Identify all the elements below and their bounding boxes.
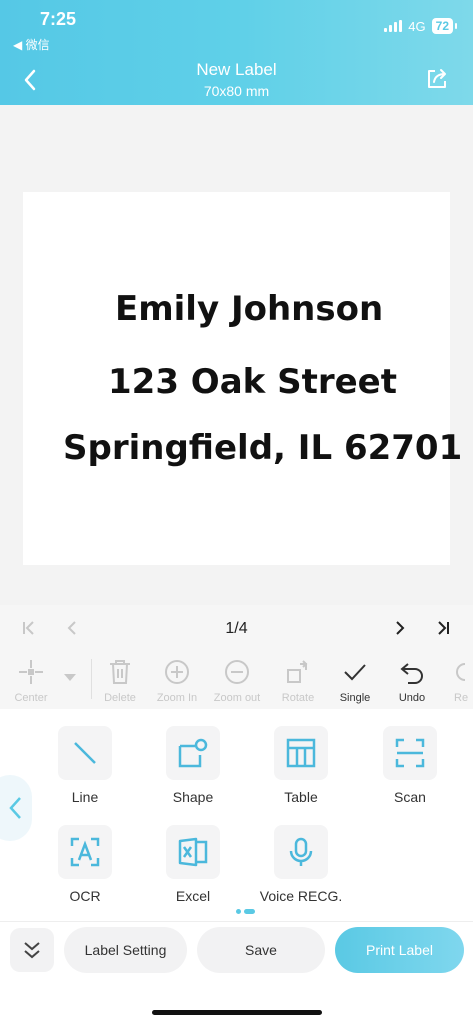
rotate-button[interactable]: Rotate xyxy=(268,657,328,704)
delete-label: Delete xyxy=(104,692,136,704)
ocr-icon xyxy=(70,837,100,867)
page-navigator: 1/4 xyxy=(0,605,473,651)
redo-button[interactable]: Re xyxy=(440,657,473,704)
signal-icon xyxy=(384,20,403,32)
last-page-icon xyxy=(438,621,449,635)
line-icon xyxy=(74,742,96,764)
undo-button[interactable]: Undo xyxy=(382,657,442,704)
page-title: New Label xyxy=(196,60,277,79)
next-page-button[interactable] xyxy=(390,617,410,639)
zoom-in-button[interactable]: Zoom In xyxy=(147,657,207,704)
chevron-right-icon xyxy=(396,621,405,635)
redo-icon xyxy=(456,663,466,681)
voice-recognition-label: Voice RECG. xyxy=(259,888,343,904)
excel-label: Excel xyxy=(175,888,211,904)
insert-shape-label: Shape xyxy=(172,789,214,805)
save-button[interactable]: Save xyxy=(197,927,325,973)
network-type: 4G xyxy=(408,18,426,34)
insert-table-button[interactable]: Table xyxy=(256,726,346,805)
single-label: Single xyxy=(339,692,371,704)
table-icon xyxy=(286,738,316,768)
collapse-panel-button[interactable] xyxy=(10,928,54,972)
insert-line-button[interactable]: Line xyxy=(40,726,130,805)
voice-recognition-button[interactable]: Voice RECG. xyxy=(256,825,346,904)
chevron-left-icon xyxy=(9,797,21,819)
last-page-button[interactable] xyxy=(434,617,454,639)
label-text-name[interactable]: Emily Johnson xyxy=(115,289,383,329)
single-select-button[interactable]: Single xyxy=(325,657,385,704)
edit-toolbar: Center Delete Zoom In Zoom out Rotate Si… xyxy=(0,651,473,709)
delete-button[interactable]: Delete xyxy=(90,657,150,704)
excel-import-button[interactable]: Excel xyxy=(148,825,238,904)
battery-icon: 72 xyxy=(431,18,458,34)
rotate-label: Rotate xyxy=(281,692,315,704)
label-canvas[interactable]: Emily Johnson 123 Oak Street Springfield… xyxy=(23,192,462,565)
share-button[interactable] xyxy=(425,67,451,93)
bottom-action-bar: Label Setting Save Print Label xyxy=(0,921,473,1024)
rotate-icon xyxy=(287,660,308,683)
home-indicator xyxy=(152,1010,322,1015)
label-size: 70x80 mm xyxy=(203,83,270,99)
zoom-out-label: Zoom out xyxy=(213,692,261,704)
zoom-out-icon xyxy=(225,660,249,684)
center-dropdown[interactable] xyxy=(55,669,85,687)
zoom-in-label: Zoom In xyxy=(156,692,198,704)
header: 7:25 ◀ 微信 4G 72 New Label 70x80 mm xyxy=(0,0,473,105)
center-button[interactable]: Center xyxy=(1,657,61,704)
page-dots xyxy=(236,909,255,914)
back-to-app-link[interactable]: ◀ 微信 xyxy=(13,36,50,53)
label-setting-button[interactable]: Label Setting xyxy=(64,927,187,973)
align-center-icon xyxy=(19,660,43,684)
checkmark-icon xyxy=(344,664,366,681)
status-indicators: 4G 72 xyxy=(384,18,458,34)
canvas-area[interactable]: Emily Johnson 123 Oak Street Springfield… xyxy=(0,105,473,605)
undo-label: Undo xyxy=(398,692,426,704)
expand-panel-button[interactable] xyxy=(0,775,32,841)
redo-label: Re xyxy=(454,692,469,704)
center-label: Center xyxy=(14,692,48,704)
ocr-label: OCR xyxy=(69,888,101,904)
share-icon xyxy=(428,69,446,88)
insert-line-label: Line xyxy=(71,789,99,805)
scan-icon xyxy=(395,738,425,768)
insert-shape-button[interactable]: Shape xyxy=(148,726,238,805)
excel-icon xyxy=(178,837,208,867)
insert-panel: Line Shape Table Scan OCR Excel Voice RE… xyxy=(0,709,473,921)
undo-icon xyxy=(400,663,423,684)
scan-button[interactable]: Scan xyxy=(365,726,455,805)
ocr-button[interactable]: OCR xyxy=(40,825,130,904)
double-chevron-down-icon xyxy=(24,942,40,959)
zoom-in-icon xyxy=(165,660,189,684)
trash-icon xyxy=(110,660,130,684)
zoom-out-button[interactable]: Zoom out xyxy=(207,657,267,704)
caret-down-icon xyxy=(64,674,76,681)
status-time: 7:25 xyxy=(40,9,77,29)
microphone-icon xyxy=(289,837,313,866)
print-label-button[interactable]: Print Label xyxy=(335,927,464,973)
insert-table-label: Table xyxy=(284,789,318,805)
label-text-street[interactable]: 123 Oak Street xyxy=(108,362,397,402)
label-text-city[interactable]: Springfield, IL 62701 xyxy=(63,428,462,468)
scan-label: Scan xyxy=(394,789,426,805)
shape-icon xyxy=(178,738,208,768)
